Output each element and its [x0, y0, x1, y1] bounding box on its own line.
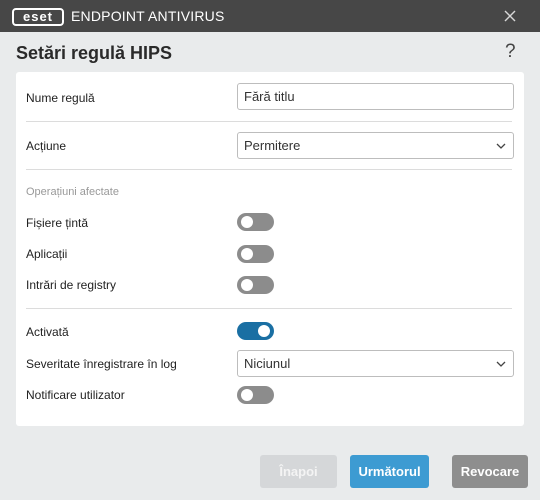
toggle-knob	[241, 279, 253, 291]
action-select[interactable]: Permitere	[237, 132, 514, 159]
applications-toggle[interactable]	[237, 245, 274, 263]
divider	[26, 121, 512, 122]
eset-logo: eset	[12, 7, 64, 26]
log-severity-select-value: Niciunul	[244, 356, 291, 371]
applications-label: Aplicații	[26, 247, 68, 261]
affected-operations-heading: Operațiuni afectate	[26, 186, 119, 198]
action-label: Acțiune	[26, 139, 67, 153]
notify-user-label: Notificare utilizator	[26, 388, 125, 402]
logo-text: eset	[12, 7, 64, 26]
enabled-toggle[interactable]	[237, 322, 274, 340]
chevron-down-icon	[496, 361, 506, 367]
notify-user-toggle[interactable]	[237, 386, 274, 404]
toggle-knob	[241, 389, 253, 401]
back-button[interactable]: Înapoi	[260, 455, 337, 488]
cancel-button[interactable]: Revocare	[452, 455, 528, 488]
dialog-title: Setări regulă HIPS	[16, 43, 173, 63]
app-title: ENDPOINT ANTIVIRUS	[71, 8, 225, 24]
chevron-down-icon	[496, 143, 506, 149]
action-select-value: Permitere	[244, 138, 301, 153]
close-icon[interactable]	[500, 6, 520, 26]
toggle-knob	[241, 216, 253, 228]
registry-entries-label: Intrări de registry	[26, 278, 117, 292]
divider	[26, 169, 512, 170]
toggle-knob	[258, 325, 270, 337]
next-button[interactable]: Următorul	[350, 455, 429, 488]
target-files-label: Fișiere țintă	[26, 216, 89, 230]
log-severity-label: Severitate înregistrare în log	[26, 357, 177, 371]
log-severity-select[interactable]: Niciunul	[237, 350, 514, 377]
divider	[26, 308, 512, 309]
rule-name-label: Nume regulă	[26, 91, 95, 105]
rule-name-input[interactable]: Fără titlu	[237, 83, 514, 110]
registry-entries-toggle[interactable]	[237, 276, 274, 294]
help-icon[interactable]: ?	[505, 41, 516, 63]
title-bar: eset ENDPOINT ANTIVIRUS	[0, 0, 540, 32]
toggle-knob	[241, 248, 253, 260]
enabled-label: Activată	[26, 325, 69, 339]
target-files-toggle[interactable]	[237, 213, 274, 231]
